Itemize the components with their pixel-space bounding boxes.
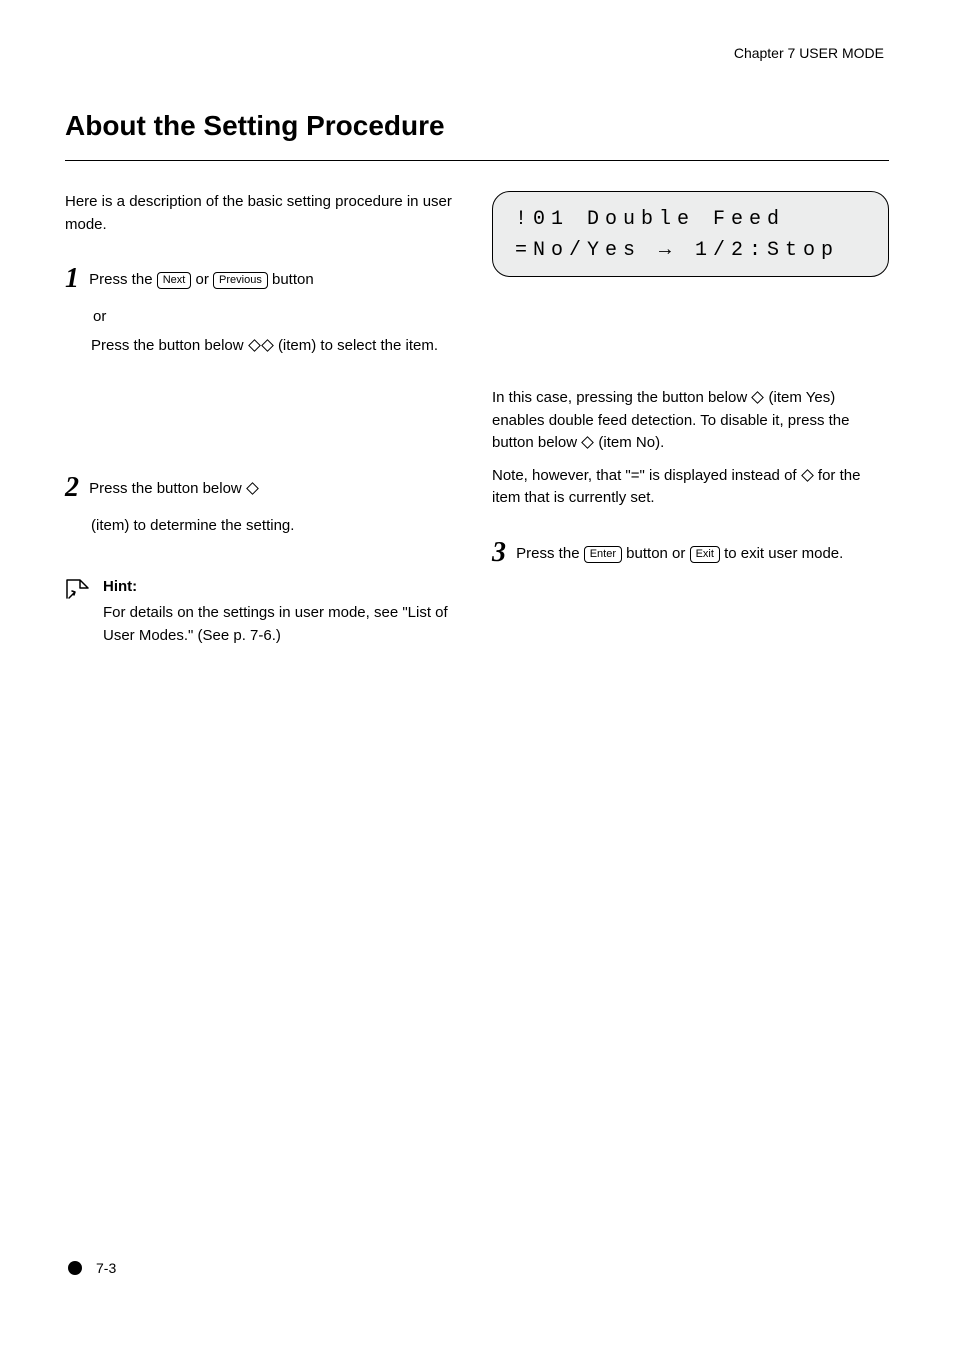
lcd-line-1: !01 Double Feed [515,204,866,235]
r2a: Note, however, that "=" is displayed ins… [492,467,801,484]
enter-button-key: Enter [584,546,622,563]
step2-text-b: (item) to determine the setting. [91,517,294,534]
step1-text-d: Press the button below [91,337,248,354]
diamond-icon [248,339,261,352]
step-number-3: 3 [492,537,506,568]
left-column: Here is a description of the basic setti… [65,191,462,647]
step1-text-b: or [196,271,214,288]
step-3: 3 Press the Enter button or Exit to exit… [492,532,889,574]
page-number-text: 7-3 [96,1260,116,1276]
right-para-1: In this case, pressing the button below … [492,387,889,455]
step1-text-c: button [272,271,314,288]
page-dot-icon [68,1261,82,1275]
diamond-icon [581,436,594,449]
running-header: Chapter 7 USER MODE [734,45,884,61]
section-title: About the Setting Procedure [65,110,889,142]
r1a: In this case, pressing the button below [492,389,751,406]
intro-text: Here is a description of the basic setti… [65,191,462,236]
right-column: !01 Double Feed =No/Yes → 1/2:Stop In th… [492,191,889,647]
two-column-layout: Here is a description of the basic setti… [65,191,889,647]
hint-label: Hint: [103,576,462,599]
step3-text-b: button or [626,545,689,562]
hint-text: For details on the settings in user mode… [103,602,462,647]
diamond-icon [246,482,259,495]
diamond-icon [261,339,274,352]
step-number-1: 1 [65,263,79,294]
step3-text-a: Press the [516,545,584,562]
r1c: (item No). [598,434,664,451]
step2-text-a: Press the button below [89,480,246,497]
step1-or: or [93,306,462,329]
next-button-key: Next [157,272,192,289]
step-1: 1 Press the Next or Previous button or P… [65,258,462,357]
hint-block: Hint: For details on the settings in use… [65,576,462,648]
section-rule [65,160,889,161]
exit-button-key: Exit [690,546,720,563]
previous-button-key: Previous [213,272,268,289]
step3-text-c: to exit user mode. [724,545,843,562]
step1-text-e: (item) to select the item. [278,337,438,354]
lcd-line-2: =No/Yes → 1/2:Stop [515,235,866,266]
step-2: 2 Press the button below (item) to deter… [65,467,462,538]
page-number: 7-3 [68,1260,116,1276]
lcd-display: !01 Double Feed =No/Yes → 1/2:Stop [492,191,889,277]
step-number-2: 2 [65,472,79,503]
right-para-2: Note, however, that "=" is displayed ins… [492,465,889,510]
step1-text-a: Press the [89,271,157,288]
hint-icon [65,576,93,648]
diamond-icon [801,469,814,482]
diamond-icon [751,391,764,404]
